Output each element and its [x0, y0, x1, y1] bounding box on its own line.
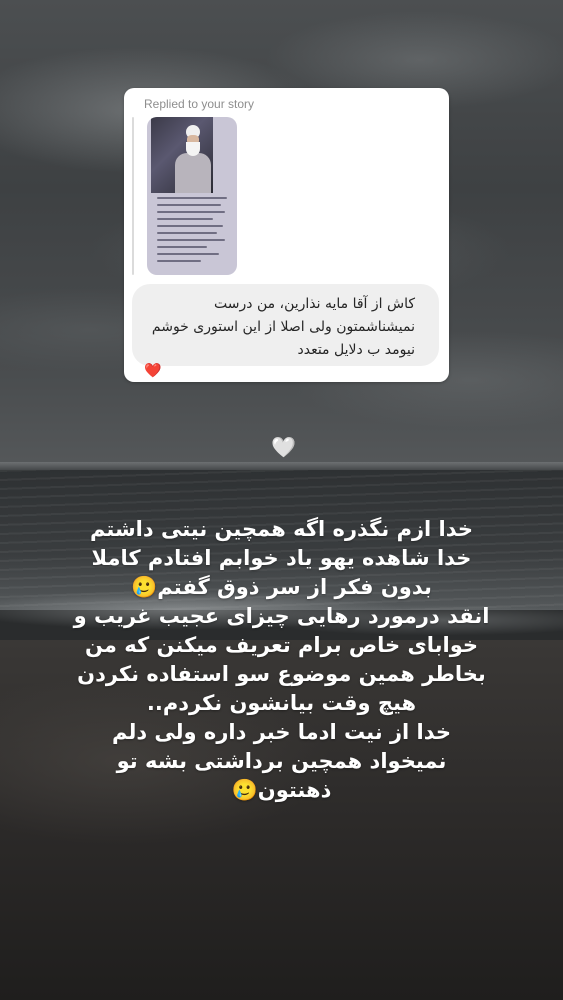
heart-reaction-icon[interactable]: ❤️ — [144, 363, 161, 379]
story-caption-text: خدا ازم نگذره اگه همچین نیتی داشتم خدا ش… — [73, 517, 490, 802]
white-heart-icon: 🤍 — [271, 435, 296, 459]
reply-message-bubble[interactable]: کاش از آقا مایه نذارین، من درست نمیشناشم… — [132, 284, 439, 366]
story-reply-card[interactable]: Replied to your story کاش از آقا مایه نذ… — [124, 88, 449, 382]
story-preview-thumbnail[interactable] — [147, 117, 237, 275]
replied-to-story-label: Replied to your story — [144, 97, 255, 111]
story-text-lines — [157, 197, 227, 267]
story-photo — [151, 117, 213, 193]
quote-bar — [132, 117, 134, 275]
reply-message-text: کاش از آقا مایه نذارین، من درست نمیشناشم… — [151, 296, 415, 358]
